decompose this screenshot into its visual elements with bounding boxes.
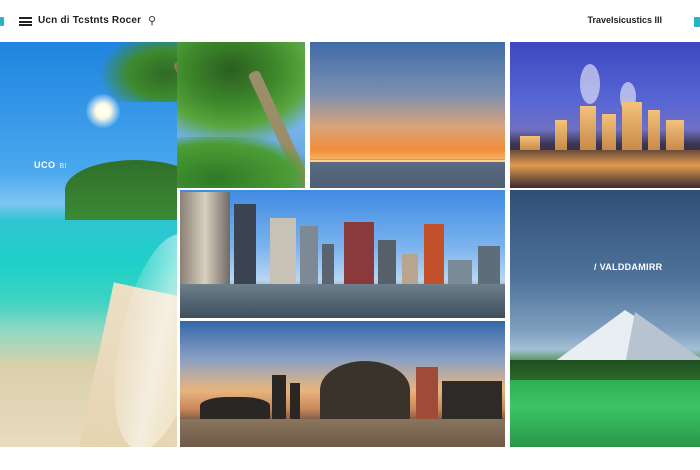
palm-leaves: [100, 42, 177, 102]
rock-formation: [200, 397, 270, 419]
building: [234, 204, 256, 284]
building: [322, 244, 334, 284]
gallery-tile-beach[interactable]: UCO BI: [0, 42, 177, 447]
smoke-plume: [580, 64, 600, 104]
building: [300, 226, 318, 284]
mountain-shadow: [625, 312, 700, 365]
building: [180, 192, 230, 284]
beach-label: UCO: [34, 160, 56, 170]
gallery-tile-palm[interactable]: [177, 42, 305, 188]
green-hill: [65, 160, 177, 220]
building: [648, 110, 660, 150]
beach-sublabel: BI: [59, 163, 68, 170]
building: [602, 114, 616, 150]
gallery-tile-mountain[interactable]: / VALDDAMIRR: [510, 190, 700, 447]
left-edge-accent: [0, 17, 4, 26]
horizon-line: [310, 160, 505, 162]
rock-pillar: [416, 367, 438, 419]
city-reflection-water: [510, 150, 700, 188]
beach-overlay-text: UCO BI: [34, 160, 67, 170]
rock-formation: [442, 381, 502, 419]
gallery-tile-sunset-sea[interactable]: [310, 42, 505, 188]
building: [580, 106, 596, 150]
building: [424, 224, 444, 284]
building: [478, 246, 500, 284]
site-title[interactable]: Ucn di Tcstnts Rocer: [38, 15, 141, 26]
gallery-tile-city-skyline[interactable]: [180, 190, 505, 318]
rock-pillar: [290, 383, 300, 419]
building: [520, 136, 540, 150]
building: [270, 218, 296, 284]
palm-fronds: [177, 42, 305, 142]
building: [448, 260, 472, 284]
nav-link-travel[interactable]: Travelsicustics III: [587, 15, 662, 25]
camera-icon[interactable]: ⚲: [148, 14, 156, 27]
gallery-tile-canyon-sunset[interactable]: [180, 321, 505, 447]
forest: [510, 360, 700, 380]
hamburger-icon[interactable]: [19, 17, 32, 26]
rock-pillar: [272, 375, 286, 419]
mountain-overlay-text: / VALDDAMIRR: [594, 262, 663, 272]
building: [402, 254, 418, 284]
gallery-tile-night-city[interactable]: [510, 42, 700, 188]
building: [666, 120, 684, 150]
building: [378, 240, 396, 284]
green-lake: [510, 380, 700, 447]
building: [344, 222, 374, 284]
harbor-water: [180, 284, 505, 318]
building: [555, 120, 567, 150]
building: [622, 102, 642, 150]
tropical-bush: [177, 137, 305, 188]
rock-formation: [320, 361, 410, 419]
canyon-floor: [180, 419, 505, 447]
right-edge-accent: [694, 17, 700, 27]
top-bar: Ucn di Tcstnts Rocer ⚲ Travelsicustics I…: [0, 0, 700, 42]
